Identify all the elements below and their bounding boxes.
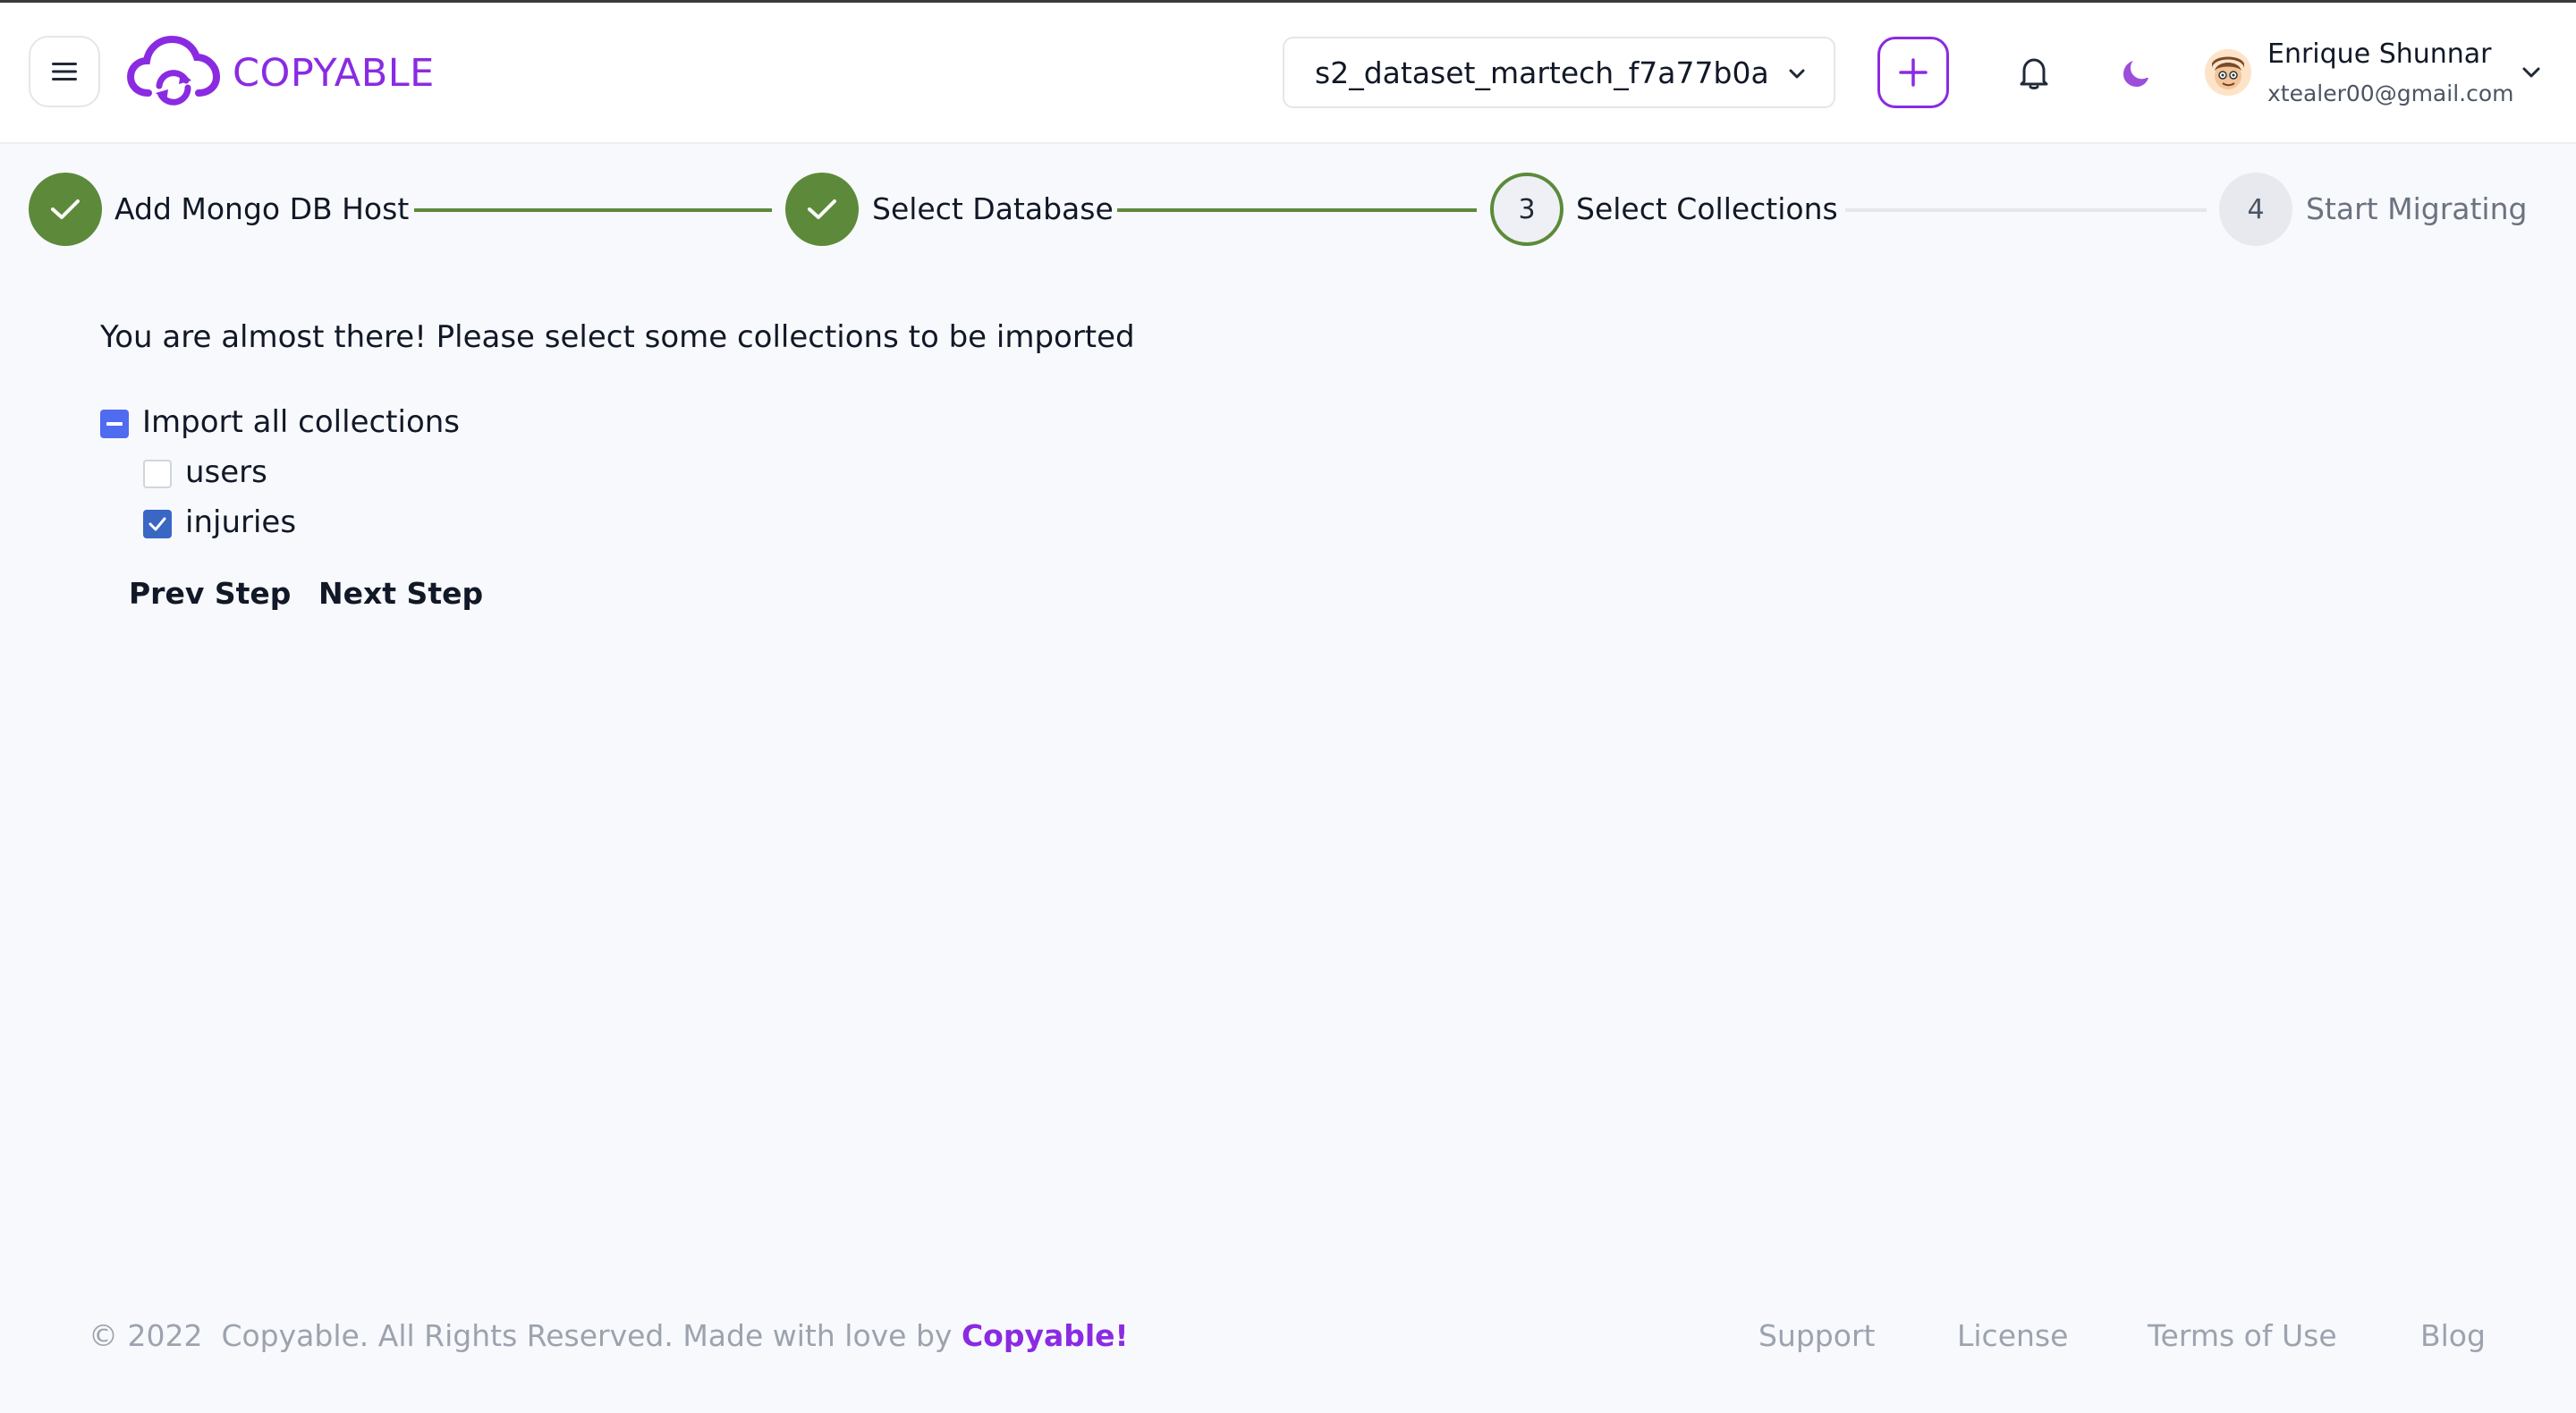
step-connector <box>414 208 772 212</box>
brand-name: COPYABLE <box>233 51 435 96</box>
footer-brand-link[interactable]: Copyable! <box>962 1318 1129 1353</box>
checkmark-icon <box>148 517 166 531</box>
footer-link-support[interactable]: Support <box>1758 1318 1875 1353</box>
user-email: xtealer00@gmail.com <box>2267 80 2514 106</box>
user-avatar-icon <box>2205 49 2251 96</box>
collection-label-users[interactable]: users <box>185 454 267 490</box>
plus-icon <box>1899 58 1928 87</box>
menu-icon <box>52 63 77 80</box>
user-name[interactable]: Enrique Shunnar <box>2267 38 2492 70</box>
database-select-value: s2_dataset_martech_f7a77b0a <box>1315 55 1769 90</box>
step-connector <box>1117 208 1477 212</box>
collection-label-injuries[interactable]: injuries <box>185 504 296 540</box>
step-2-label: Select Database <box>872 191 1114 226</box>
moon-icon[interactable] <box>2122 58 2152 89</box>
intro-text: You are almost there! Please select some… <box>100 319 1135 355</box>
avatar[interactable] <box>2205 49 2251 96</box>
step-4-number: 4 <box>2247 193 2265 225</box>
step-3-label: Select Collections <box>1576 191 1838 226</box>
step-3-indicator: 3 <box>1490 173 1563 246</box>
step-3-number: 3 <box>1518 193 1536 225</box>
bell-icon[interactable] <box>2018 56 2050 90</box>
footer-link-blog[interactable]: Blog <box>2420 1318 2486 1353</box>
database-select[interactable]: s2_dataset_martech_f7a77b0a <box>1283 37 1835 108</box>
footer-copyright-text: © 2022 Copyable. All Rights Reserved. Ma… <box>89 1318 953 1353</box>
checkmark-icon <box>51 199 80 219</box>
import-all-checkbox[interactable] <box>100 410 129 438</box>
step-2-indicator <box>785 173 859 246</box>
cloud-sync-logo-icon <box>127 36 220 106</box>
chevron-down-icon <box>1789 69 1805 79</box>
step-4-label: Start Migrating <box>2306 191 2528 226</box>
footer-copyright: © 2022 Copyable. All Rights Reserved. Ma… <box>89 1318 1129 1353</box>
step-1-indicator <box>29 173 102 246</box>
collection-checkbox-injuries[interactable] <box>143 510 172 538</box>
footer-link-license[interactable]: License <box>1957 1318 2068 1353</box>
import-all-label[interactable]: Import all collections <box>142 404 460 440</box>
checkmark-icon <box>808 199 836 219</box>
menu-toggle-button[interactable] <box>29 36 100 107</box>
step-connector <box>1845 208 2207 212</box>
add-button[interactable] <box>1877 37 1949 108</box>
top-header: COPYABLE s2_dataset_martech_f7a77b0a Enr… <box>0 3 2576 144</box>
footer-link-terms[interactable]: Terms of Use <box>2148 1318 2337 1353</box>
minus-icon <box>106 422 123 426</box>
next-step-button[interactable]: Next Step <box>318 576 483 611</box>
step-4-indicator: 4 <box>2219 173 2292 246</box>
step-1-label: Add Mongo DB Host <box>114 191 410 226</box>
collection-checkbox-users[interactable] <box>143 460 172 488</box>
brand-logo[interactable]: COPYABLE <box>127 33 435 114</box>
chevron-down-icon[interactable] <box>2521 62 2542 83</box>
prev-step-button[interactable]: Prev Step <box>129 576 291 611</box>
